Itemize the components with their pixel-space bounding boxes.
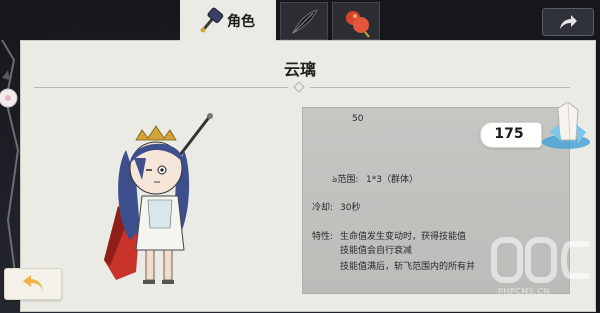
tab-label: 角色	[227, 14, 255, 30]
divider-left	[34, 87, 288, 88]
share-arrow-icon	[560, 15, 577, 29]
stat-cd-value: 30秒	[340, 203, 361, 213]
stat-trait-line2: 技能值会自行衰减	[340, 246, 413, 256]
crystal-icon	[542, 102, 590, 149]
share-button[interactable]	[542, 8, 594, 36]
watermark-text: PHPCMS.CN	[498, 287, 550, 296]
divider-right	[310, 87, 570, 88]
stat-trait-label: 特性:	[312, 232, 334, 242]
watermark: PHPCMS.CN	[490, 232, 594, 308]
stat-range-label: ঌ范围:	[332, 175, 359, 185]
gourd-icon	[346, 11, 370, 38]
stat-top-value: 50	[352, 114, 364, 124]
character-portrait	[104, 113, 213, 284]
stat-cd-label: 冷却:	[312, 203, 334, 213]
tab-item[interactable]	[332, 2, 380, 40]
back-button[interactable]	[4, 268, 62, 300]
feather-icon	[291, 9, 318, 35]
character-name: 云璃	[283, 60, 316, 79]
tab-character[interactable]: 角色	[180, 0, 276, 42]
stat-trait-line1: 生命值发生变动时，获得技能值	[340, 232, 467, 242]
stat-trait-line3: 技能值满后，斩飞范围内的所有并	[340, 262, 476, 272]
hammer-icon	[200, 7, 224, 33]
back-arrow-icon	[23, 275, 43, 291]
cost-badge: 175	[480, 122, 542, 148]
cost-value: 175	[494, 126, 524, 142]
stat-range-value: 1*3（群体）	[366, 175, 418, 185]
watermark-logo	[491, 237, 590, 283]
tab-weapon[interactable]	[280, 2, 328, 40]
